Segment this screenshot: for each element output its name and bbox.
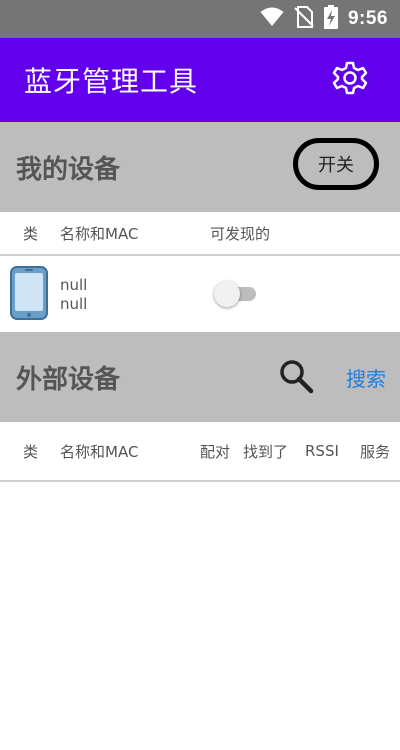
external-devices-title: 外部设备 [16, 364, 121, 395]
search-button[interactable]: 搜索 [346, 362, 386, 392]
external-devices-column-header: 类 名称和MAC 配对 找到了 RSSI 服务 [0, 422, 400, 482]
device-name: null [60, 276, 88, 294]
switch-thumb [214, 281, 240, 307]
status-icons: 9:56 [260, 0, 388, 38]
status-bar: 9:56 [0, 0, 400, 38]
external-devices-list [0, 482, 400, 750]
settings-button[interactable] [330, 60, 370, 100]
wifi-icon [260, 7, 284, 31]
column-services: 服务 [360, 442, 391, 461]
my-devices-column-header: 类 名称和MAC 可发现的 [0, 212, 400, 256]
gear-icon [332, 60, 368, 100]
column-discoverable: 可发现的 [210, 224, 271, 243]
no-sim-icon [294, 6, 314, 32]
app-title: 蓝牙管理工具 [24, 65, 199, 98]
phone-icon [10, 266, 48, 324]
my-devices-title: 我的设备 [16, 154, 121, 185]
app-bar: 蓝牙管理工具 [0, 38, 400, 122]
column-paired: 配对 [200, 442, 231, 461]
column-type: 类 [23, 442, 39, 461]
discoverable-switch[interactable] [214, 280, 258, 308]
column-rssi: RSSI [305, 442, 339, 460]
column-type: 类 [23, 224, 39, 243]
column-found: 找到了 [243, 442, 289, 461]
column-name-mac: 名称和MAC [60, 224, 139, 243]
external-devices-header: 外部设备 [0, 332, 400, 422]
toggle-button[interactable]: 开关 [293, 138, 379, 190]
battery-charging-icon [323, 5, 338, 33]
status-time: 9:56 [347, 8, 388, 29]
column-name-mac: 名称和MAC [60, 442, 139, 461]
search-icon [278, 360, 314, 398]
search-icon-button[interactable] [278, 358, 314, 394]
list-item [0, 256, 400, 332]
device-mac: null [60, 295, 88, 313]
